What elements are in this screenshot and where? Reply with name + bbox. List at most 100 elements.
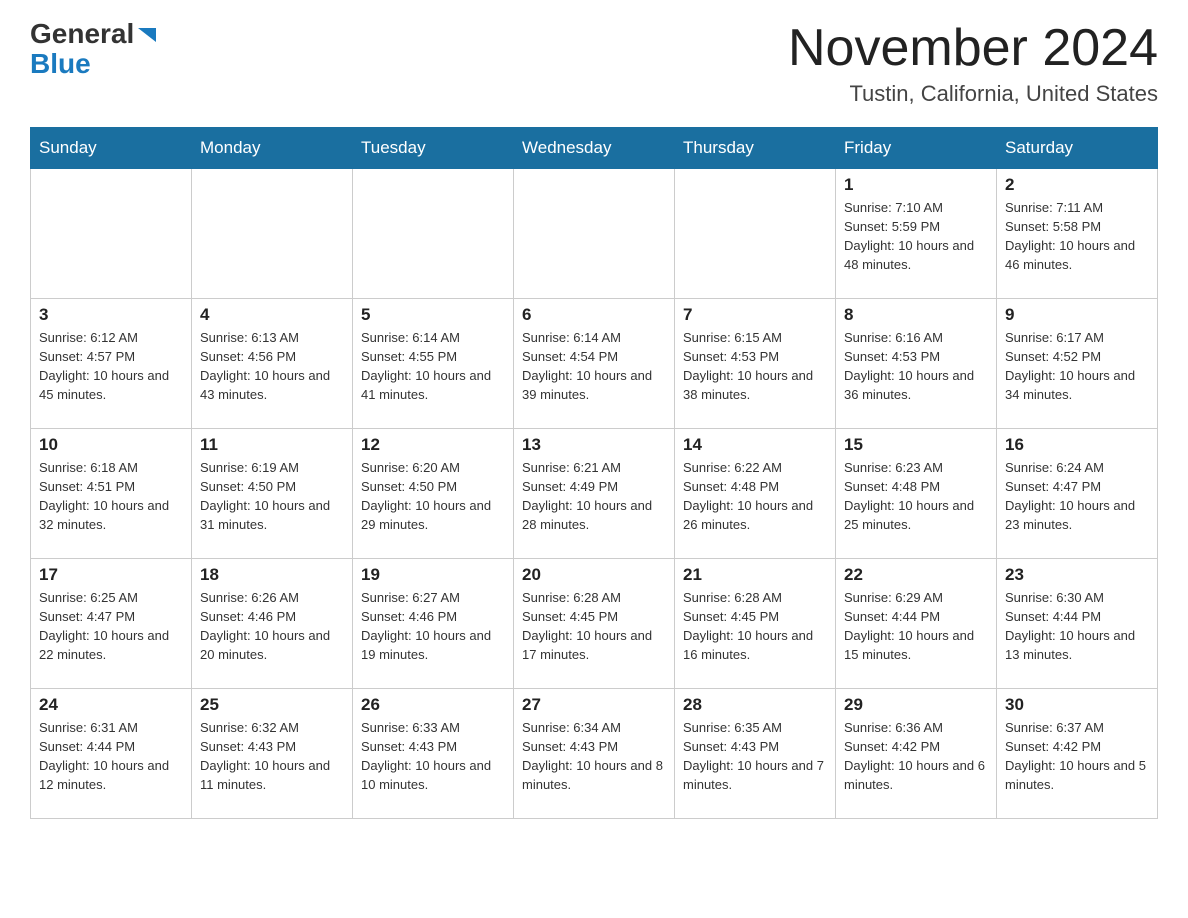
calendar-cell: 1 Sunrise: 7:10 AMSunset: 5:59 PMDaylight… xyxy=(836,169,997,299)
page-header: General Blue November 2024 Tustin, Calif… xyxy=(30,20,1158,107)
calendar-cell: 27 Sunrise: 6:34 AMSunset: 4:43 PMDayligh… xyxy=(514,689,675,819)
day-info: Sunrise: 6:13 AMSunset: 4:56 PMDaylight:… xyxy=(200,329,344,404)
calendar-cell xyxy=(675,169,836,299)
day-info: Sunrise: 6:22 AMSunset: 4:48 PMDaylight:… xyxy=(683,459,827,534)
calendar-week-row: 10 Sunrise: 6:18 AMSunset: 4:51 PMDayligh… xyxy=(31,429,1158,559)
calendar-cell: 15 Sunrise: 6:23 AMSunset: 4:48 PMDayligh… xyxy=(836,429,997,559)
calendar-cell: 29 Sunrise: 6:36 AMSunset: 4:42 PMDayligh… xyxy=(836,689,997,819)
day-number: 10 xyxy=(39,435,183,455)
calendar-cell: 19 Sunrise: 6:27 AMSunset: 4:46 PMDayligh… xyxy=(353,559,514,689)
calendar-cell xyxy=(31,169,192,299)
day-number: 26 xyxy=(361,695,505,715)
calendar-cell: 8 Sunrise: 6:16 AMSunset: 4:53 PMDaylight… xyxy=(836,299,997,429)
calendar-cell: 14 Sunrise: 6:22 AMSunset: 4:48 PMDayligh… xyxy=(675,429,836,559)
calendar-cell: 20 Sunrise: 6:28 AMSunset: 4:45 PMDayligh… xyxy=(514,559,675,689)
calendar-cell: 4 Sunrise: 6:13 AMSunset: 4:56 PMDaylight… xyxy=(192,299,353,429)
day-info: Sunrise: 6:12 AMSunset: 4:57 PMDaylight:… xyxy=(39,329,183,404)
day-info: Sunrise: 6:17 AMSunset: 4:52 PMDaylight:… xyxy=(1005,329,1149,404)
month-title: November 2024 xyxy=(788,20,1158,77)
calendar-cell: 2Sunrise: 7:11 AMSunset: 5:58 PMDaylight… xyxy=(997,169,1158,299)
calendar-cell: 16 Sunrise: 6:24 AMSunset: 4:47 PMDayligh… xyxy=(997,429,1158,559)
day-number: 1 xyxy=(844,175,988,195)
calendar-cell: 12 Sunrise: 6:20 AMSunset: 4:50 PMDayligh… xyxy=(353,429,514,559)
day-info: Sunrise: 6:23 AMSunset: 4:48 PMDaylight:… xyxy=(844,459,988,534)
day-number: 27 xyxy=(522,695,666,715)
day-info: Sunrise: 6:14 AMSunset: 4:54 PMDaylight:… xyxy=(522,329,666,404)
day-number: 7 xyxy=(683,305,827,325)
day-number: 12 xyxy=(361,435,505,455)
weekday-header-row: SundayMondayTuesdayWednesdayThursdayFrid… xyxy=(31,128,1158,169)
calendar-cell xyxy=(514,169,675,299)
day-number: 16 xyxy=(1005,435,1149,455)
calendar-cell: 21 Sunrise: 6:28 AMSunset: 4:45 PMDayligh… xyxy=(675,559,836,689)
day-info: Sunrise: 6:26 AMSunset: 4:46 PMDaylight:… xyxy=(200,589,344,664)
day-info: Sunrise: 6:34 AMSunset: 4:43 PMDaylight:… xyxy=(522,719,666,794)
logo-general-text: General xyxy=(30,20,134,48)
calendar-cell: 26 Sunrise: 6:33 AMSunset: 4:43 PMDayligh… xyxy=(353,689,514,819)
day-number: 5 xyxy=(361,305,505,325)
weekday-header-tuesday: Tuesday xyxy=(353,128,514,169)
calendar-cell: 18 Sunrise: 6:26 AMSunset: 4:46 PMDayligh… xyxy=(192,559,353,689)
calendar-cell xyxy=(353,169,514,299)
calendar-week-row: 24Sunrise: 6:31 AMSunset: 4:44 PMDayligh… xyxy=(31,689,1158,819)
day-number: 30 xyxy=(1005,695,1149,715)
day-info: Sunrise: 7:10 AMSunset: 5:59 PMDaylight:… xyxy=(844,199,988,274)
calendar-week-row: 1 Sunrise: 7:10 AMSunset: 5:59 PMDaylight… xyxy=(31,169,1158,299)
day-number: 28 xyxy=(683,695,827,715)
day-info: Sunrise: 6:25 AMSunset: 4:47 PMDaylight:… xyxy=(39,589,183,664)
day-info: Sunrise: 6:19 AMSunset: 4:50 PMDaylight:… xyxy=(200,459,344,534)
day-number: 19 xyxy=(361,565,505,585)
day-number: 6 xyxy=(522,305,666,325)
day-info: Sunrise: 6:32 AMSunset: 4:43 PMDaylight:… xyxy=(200,719,344,794)
calendar-cell: 3 Sunrise: 6:12 AMSunset: 4:57 PMDaylight… xyxy=(31,299,192,429)
weekday-header-thursday: Thursday xyxy=(675,128,836,169)
day-number: 14 xyxy=(683,435,827,455)
day-number: 29 xyxy=(844,695,988,715)
calendar-cell: 24Sunrise: 6:31 AMSunset: 4:44 PMDayligh… xyxy=(31,689,192,819)
calendar-cell: 6 Sunrise: 6:14 AMSunset: 4:54 PMDaylight… xyxy=(514,299,675,429)
weekday-header-wednesday: Wednesday xyxy=(514,128,675,169)
day-number: 20 xyxy=(522,565,666,585)
calendar-cell: 17 Sunrise: 6:25 AMSunset: 4:47 PMDayligh… xyxy=(31,559,192,689)
day-number: 3 xyxy=(39,305,183,325)
title-block: November 2024 Tustin, California, United… xyxy=(788,20,1158,107)
day-info: Sunrise: 6:37 AMSunset: 4:42 PMDaylight:… xyxy=(1005,719,1149,794)
calendar-cell xyxy=(192,169,353,299)
weekday-header-friday: Friday xyxy=(836,128,997,169)
day-info: Sunrise: 6:36 AMSunset: 4:42 PMDaylight:… xyxy=(844,719,988,794)
day-info: Sunrise: 6:31 AMSunset: 4:44 PMDaylight:… xyxy=(39,719,183,794)
calendar-cell: 7Sunrise: 6:15 AMSunset: 4:53 PMDaylight… xyxy=(675,299,836,429)
calendar-cell: 9Sunrise: 6:17 AMSunset: 4:52 PMDaylight… xyxy=(997,299,1158,429)
day-info: Sunrise: 6:16 AMSunset: 4:53 PMDaylight:… xyxy=(844,329,988,404)
day-info: Sunrise: 6:29 AMSunset: 4:44 PMDaylight:… xyxy=(844,589,988,664)
calendar-cell: 5 Sunrise: 6:14 AMSunset: 4:55 PMDaylight… xyxy=(353,299,514,429)
calendar-cell: 22Sunrise: 6:29 AMSunset: 4:44 PMDayligh… xyxy=(836,559,997,689)
day-number: 11 xyxy=(200,435,344,455)
day-info: Sunrise: 6:28 AMSunset: 4:45 PMDaylight:… xyxy=(522,589,666,664)
day-info: Sunrise: 6:28 AMSunset: 4:45 PMDaylight:… xyxy=(683,589,827,664)
logo-triangle-icon xyxy=(136,24,158,46)
logo: General Blue xyxy=(30,20,158,80)
calendar-cell: 10 Sunrise: 6:18 AMSunset: 4:51 PMDayligh… xyxy=(31,429,192,559)
day-info: Sunrise: 6:18 AMSunset: 4:51 PMDaylight:… xyxy=(39,459,183,534)
calendar-week-row: 3 Sunrise: 6:12 AMSunset: 4:57 PMDaylight… xyxy=(31,299,1158,429)
day-info: Sunrise: 7:11 AMSunset: 5:58 PMDaylight:… xyxy=(1005,199,1149,274)
day-number: 13 xyxy=(522,435,666,455)
day-number: 15 xyxy=(844,435,988,455)
day-number: 21 xyxy=(683,565,827,585)
day-info: Sunrise: 6:27 AMSunset: 4:46 PMDaylight:… xyxy=(361,589,505,664)
day-number: 23 xyxy=(1005,565,1149,585)
calendar-cell: 25Sunrise: 6:32 AMSunset: 4:43 PMDayligh… xyxy=(192,689,353,819)
day-number: 8 xyxy=(844,305,988,325)
calendar-cell: 13 Sunrise: 6:21 AMSunset: 4:49 PMDayligh… xyxy=(514,429,675,559)
day-info: Sunrise: 6:20 AMSunset: 4:50 PMDaylight:… xyxy=(361,459,505,534)
day-info: Sunrise: 6:33 AMSunset: 4:43 PMDaylight:… xyxy=(361,719,505,794)
day-number: 4 xyxy=(200,305,344,325)
weekday-header-saturday: Saturday xyxy=(997,128,1158,169)
day-info: Sunrise: 6:24 AMSunset: 4:47 PMDaylight:… xyxy=(1005,459,1149,534)
day-info: Sunrise: 6:14 AMSunset: 4:55 PMDaylight:… xyxy=(361,329,505,404)
day-info: Sunrise: 6:21 AMSunset: 4:49 PMDaylight:… xyxy=(522,459,666,534)
calendar-week-row: 17 Sunrise: 6:25 AMSunset: 4:47 PMDayligh… xyxy=(31,559,1158,689)
day-number: 18 xyxy=(200,565,344,585)
day-number: 17 xyxy=(39,565,183,585)
